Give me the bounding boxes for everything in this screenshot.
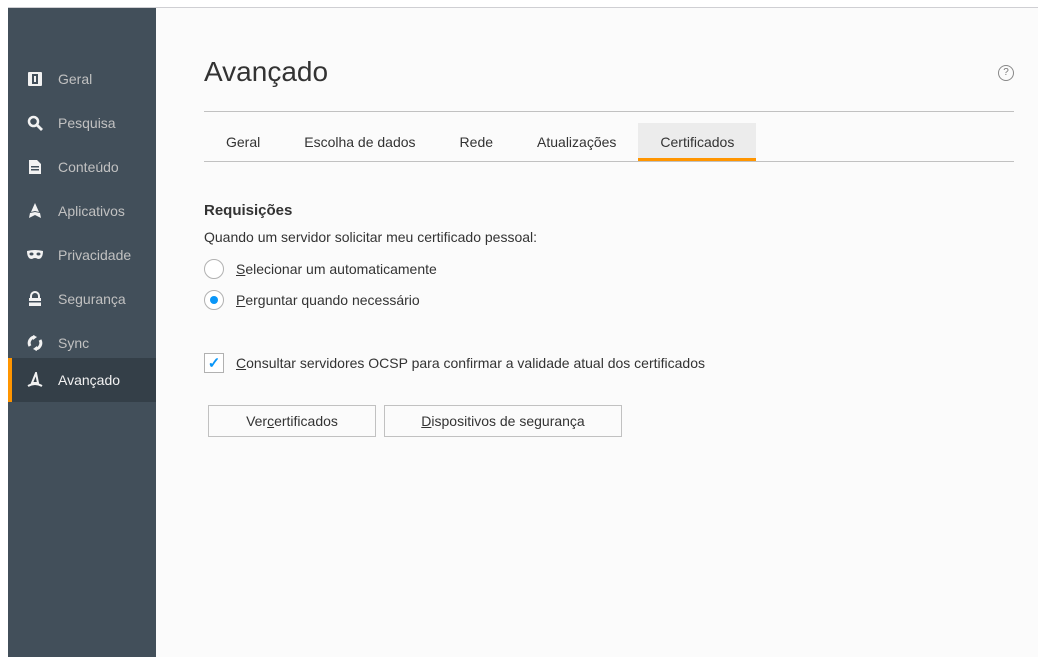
sidebar-item-label: Geral [58, 71, 93, 87]
ocsp-label: Consultar servidores OCSP para confirmar… [236, 355, 705, 371]
requests-description: Quando um servidor solicitar meu certifi… [204, 229, 538, 245]
radio-select-automatically[interactable]: Selecionar um automaticamente [204, 259, 437, 279]
sidebar-item-label: Segurança [58, 291, 126, 307]
ocsp-checkbox-row[interactable]: ✓ Consultar servidores OCSP para confirm… [204, 353, 705, 373]
page-title: Avançado [204, 56, 329, 87]
tab-geral[interactable]: Geral [204, 123, 282, 161]
sidebar-item-privacidade[interactable]: Privacidade [8, 233, 156, 277]
general-icon [26, 70, 44, 88]
sidebar-item-aplicativos[interactable]: Aplicativos [8, 189, 156, 233]
sidebar-item-avancado[interactable]: Avançado [8, 358, 156, 402]
requests-heading: Requisições [204, 202, 293, 219]
tab-divider [204, 161, 1014, 162]
title-divider [204, 111, 1014, 112]
tab-bar: Geral Escolha de dados Rede Atualizações… [204, 123, 757, 161]
sidebar-item-label: Avançado [58, 372, 121, 388]
sidebar-item-conteudo[interactable]: Conteúdo [8, 145, 156, 189]
wizard-hat-icon [26, 371, 44, 389]
lock-icon [26, 290, 44, 308]
sidebar-item-geral[interactable]: Geral [8, 57, 156, 101]
sidebar-item-label: Aplicativos [58, 203, 125, 219]
window-left-edge [0, 8, 8, 657]
sidebar-item-label: Pesquisa [58, 115, 116, 131]
tab-rede[interactable]: Rede [438, 123, 515, 161]
window-top-border [0, 0, 1038, 8]
sidebar-item-pesquisa[interactable]: Pesquisa [8, 101, 156, 145]
mask-icon [26, 246, 44, 264]
sync-icon [26, 334, 44, 352]
sidebar-item-seguranca[interactable]: Segurança [8, 277, 156, 321]
radio-label: Selecionar um automaticamente [236, 261, 437, 277]
rocket-icon [26, 202, 44, 220]
security-devices-button[interactable]: Dispositivos de segurança [384, 405, 622, 437]
document-icon [26, 158, 44, 176]
search-icon [26, 114, 44, 132]
preferences-content: Avançado ? Geral Escolha de dados Rede A… [156, 8, 1038, 657]
tab-atualizacoes[interactable]: Atualizações [515, 123, 638, 161]
radio-label: Perguntar quando necessário [236, 292, 420, 308]
tab-escolha-de-dados[interactable]: Escolha de dados [282, 123, 437, 161]
radio-ask-every-time[interactable]: Perguntar quando necessário [204, 290, 420, 310]
tab-certificados[interactable]: Certificados [638, 123, 757, 161]
radio-button-checked[interactable] [204, 290, 224, 310]
radio-button[interactable] [204, 259, 224, 279]
preferences-sidebar: Geral Pesquisa Conteúdo Aplicativos Priv… [8, 8, 156, 657]
help-icon[interactable]: ? [998, 65, 1014, 81]
view-certificates-button[interactable]: Ver c ertificados [208, 405, 376, 437]
sidebar-item-label: Conteúdo [58, 159, 119, 175]
sidebar-item-label: Sync [58, 335, 90, 351]
ocsp-checkbox[interactable]: ✓ [204, 353, 224, 373]
sidebar-item-label: Privacidade [58, 247, 132, 263]
